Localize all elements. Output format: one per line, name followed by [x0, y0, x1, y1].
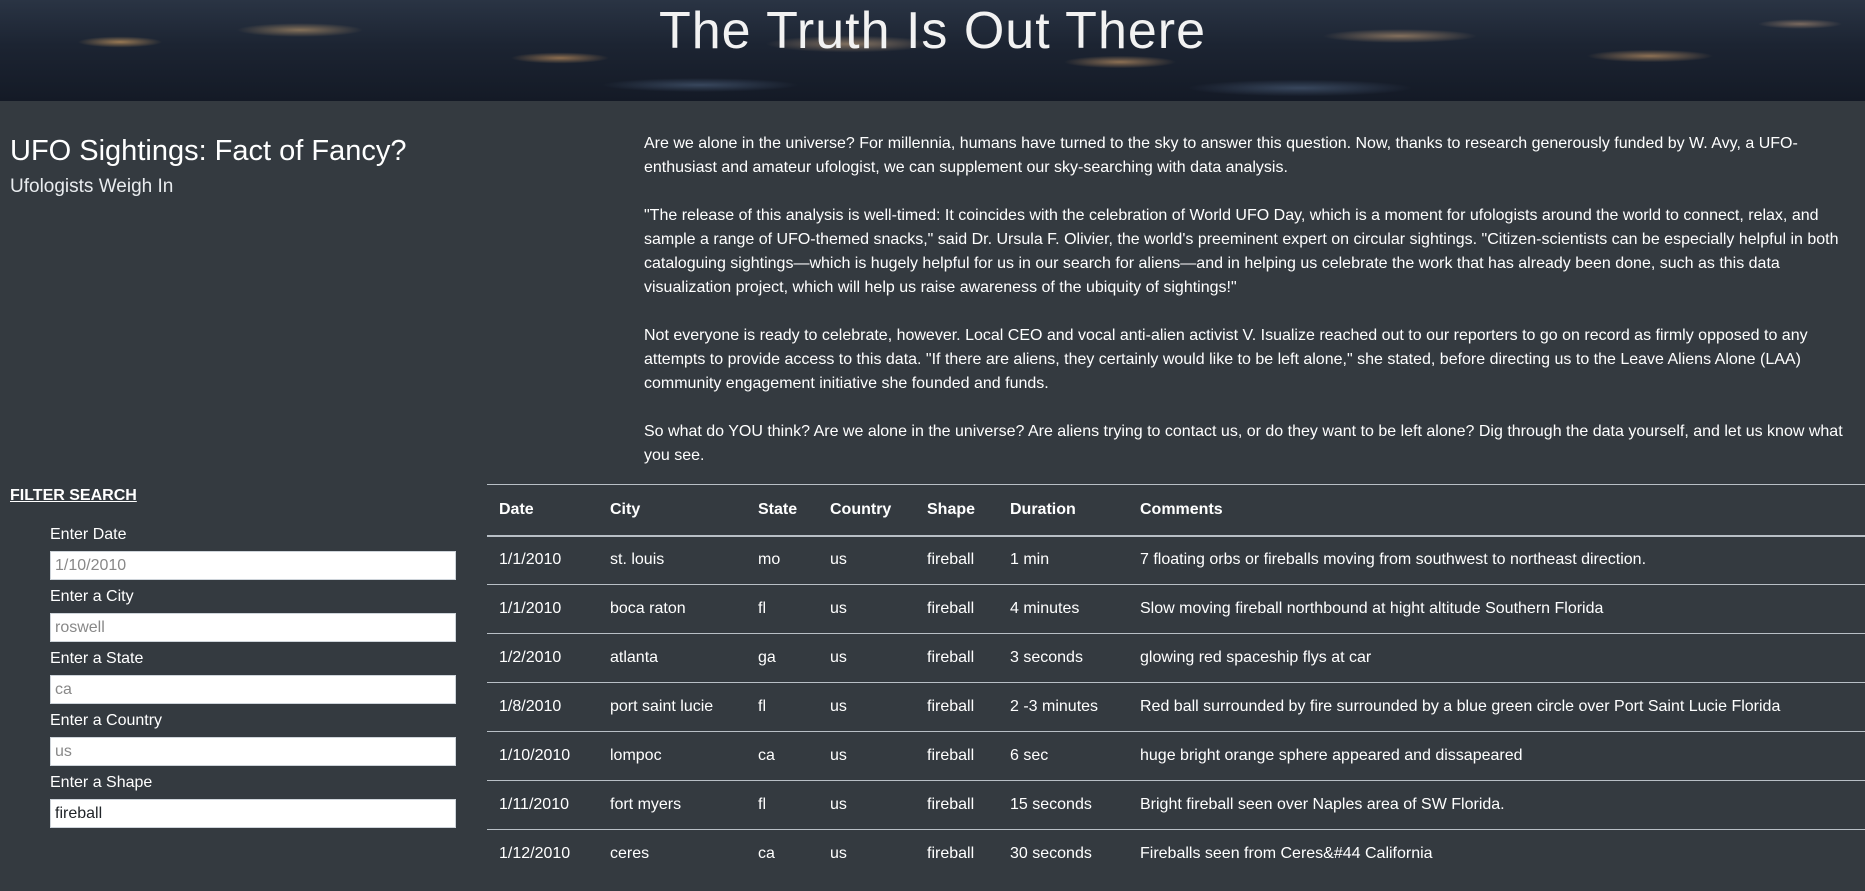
state-input[interactable]: [50, 675, 456, 704]
cell-country: us: [818, 584, 915, 634]
cell-duration: 1 min: [998, 535, 1128, 585]
cell-duration: 15 seconds: [998, 780, 1128, 830]
cell-city: boca raton: [598, 584, 746, 634]
cell-state: ga: [746, 633, 818, 683]
cell-shape: fireball: [915, 535, 998, 585]
shape-input[interactable]: [50, 799, 456, 828]
cell-comments: glowing red spaceship flys at car: [1128, 633, 1865, 683]
filter-search-link[interactable]: FILTER SEARCH: [10, 487, 480, 505]
column-header-date: Date: [487, 484, 598, 537]
cell-comments: Slow moving fireball northbound at hight…: [1128, 584, 1865, 634]
filter-shape-label: Enter a Shape: [50, 774, 153, 791]
cell-city: lompoc: [598, 731, 746, 781]
filter-panel: FILTER SEARCH Enter Date Enter a City En…: [10, 487, 480, 835]
cell-country: us: [818, 633, 915, 683]
table-row: 1/1/2010 st. louis mo us fireball 1 min …: [487, 535, 1865, 585]
cell-date: 1/8/2010: [487, 682, 598, 732]
filter-state: Enter a State: [50, 649, 480, 711]
country-input[interactable]: [50, 737, 456, 766]
date-input[interactable]: [50, 551, 456, 580]
cell-city: fort myers: [598, 780, 746, 830]
cell-state: mo: [746, 535, 818, 585]
cell-shape: fireball: [915, 780, 998, 830]
article-paragraph: So what do YOU think? Are we alone in th…: [644, 423, 1843, 464]
ufo-table-container: Date City State Country Shape Duration C…: [487, 484, 1865, 879]
filter-city: Enter a City: [50, 587, 480, 649]
cell-shape: fireball: [915, 731, 998, 781]
column-header-shape: Shape: [915, 484, 998, 537]
ufo-table: Date City State Country Shape Duration C…: [487, 484, 1865, 879]
cell-country: us: [818, 731, 915, 781]
filter-country-label: Enter a Country: [50, 712, 163, 729]
cell-city: st. louis: [598, 535, 746, 585]
cell-duration: 4 minutes: [998, 584, 1128, 634]
cell-shape: fireball: [915, 584, 998, 634]
filter-state-label: Enter a State: [50, 650, 144, 667]
cell-comments: Bright fireball seen over Naples area of…: [1128, 780, 1865, 830]
filter-shape: Enter a Shape: [50, 773, 480, 835]
cell-state: fl: [746, 682, 818, 732]
cell-country: us: [818, 535, 915, 585]
cell-state: ca: [746, 731, 818, 781]
filter-list: Enter Date Enter a City Enter a State En…: [10, 525, 480, 835]
cell-comments: Red ball surrounded by fire surrounded b…: [1128, 682, 1865, 732]
cell-duration: 2 -3 minutes: [998, 682, 1128, 732]
table-row: 1/12/2010 ceres ca us fireball 30 second…: [487, 830, 1865, 879]
filter-date: Enter Date: [50, 525, 480, 587]
table-body: 1/1/2010 st. louis mo us fireball 1 min …: [487, 535, 1865, 879]
cell-comments: huge bright orange sphere appeared and d…: [1128, 731, 1865, 781]
table-row: 1/8/2010 port saint lucie fl us fireball…: [487, 682, 1865, 732]
cell-date: 1/1/2010: [487, 535, 598, 585]
table-row: 1/11/2010 fort myers fl us fireball 15 s…: [487, 780, 1865, 830]
cell-duration: 3 seconds: [998, 633, 1128, 683]
article-paragraph: "The release of this analysis is well-ti…: [644, 207, 1839, 296]
column-header-comments: Comments: [1128, 484, 1865, 537]
cell-city: atlanta: [598, 633, 746, 683]
hero-banner: The Truth Is Out There: [0, 0, 1865, 101]
cell-comments: Fireballs seen from Ceres&#44 California: [1140, 845, 1433, 863]
column-header-city: City: [598, 484, 746, 537]
article-paragraph: Not everyone is ready to celebrate, howe…: [644, 327, 1808, 392]
cell-date: 1/10/2010: [487, 731, 598, 781]
cell-date: 1/1/2010: [487, 584, 598, 634]
hero-title: The Truth Is Out There: [658, 1, 1207, 60]
cell-state: fl: [746, 584, 818, 634]
table-row: 1/1/2010 boca raton fl us fireball 4 min…: [487, 584, 1865, 634]
cell-shape: fireball: [915, 682, 998, 732]
filter-date-label: Enter Date: [50, 526, 127, 543]
page-subtitle: Ufologists Weigh In: [10, 176, 174, 197]
cell-state: fl: [746, 780, 818, 830]
cell-date: 1/11/2010: [487, 780, 598, 830]
cell-city: ceres: [610, 845, 650, 863]
cell-date: 1/12/2010: [499, 845, 571, 863]
cell-duration: 6 sec: [998, 731, 1128, 781]
column-header-duration: Duration: [998, 484, 1128, 537]
city-input[interactable]: [50, 613, 456, 642]
filter-city-label: Enter a City: [50, 588, 134, 605]
cell-country: us: [830, 845, 847, 863]
intro-heading: UFO Sightings: Fact of Fancy? Ufologists…: [10, 132, 470, 198]
cell-date: 1/2/2010: [487, 633, 598, 683]
column-header-country: Country: [818, 484, 915, 537]
article-paragraph: Are we alone in the universe? For millen…: [644, 135, 1798, 176]
cell-state: ca: [758, 845, 775, 863]
cell-comments: 7 floating orbs or fireballs moving from…: [1128, 535, 1865, 585]
table-header-row: Date City State Country Shape Duration C…: [487, 484, 1865, 537]
cell-country: us: [818, 780, 915, 830]
cell-country: us: [818, 682, 915, 732]
filter-country: Enter a Country: [50, 711, 480, 773]
table-row: 1/2/2010 atlanta ga us fireball 3 second…: [487, 633, 1865, 683]
cell-duration: 30 seconds: [1010, 845, 1092, 863]
cell-shape: fireball: [915, 633, 998, 683]
article-body: Are we alone in the universe? For millen…: [644, 132, 1865, 468]
cell-city: port saint lucie: [598, 682, 746, 732]
page-title: UFO Sightings: Fact of Fancy?: [10, 135, 407, 167]
cell-shape: fireball: [927, 845, 975, 863]
table-header: Date City State Country Shape Duration C…: [487, 484, 1865, 537]
column-header-state: State: [746, 484, 818, 537]
table-row: 1/10/2010 lompoc ca us fireball 6 sec hu…: [487, 731, 1865, 781]
